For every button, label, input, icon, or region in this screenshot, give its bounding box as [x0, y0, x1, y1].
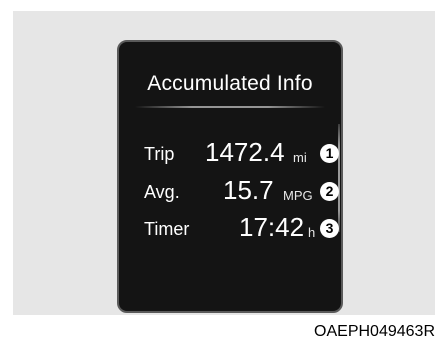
timer-value: 17:42 [239, 212, 305, 242]
display-title: Accumulated Info [147, 72, 313, 95]
cluster-display: Accumulated Info Trip 1472.4 mi 1 Avg. 1… [117, 40, 343, 313]
trip-value: 1472.4 [205, 137, 285, 167]
trip-unit: mi [293, 150, 307, 165]
average-label: Avg. [144, 182, 180, 202]
trip-row: Trip 1472.4 mi 1 [119, 137, 343, 169]
timer-row: Timer 17:42 h 3 [119, 212, 343, 244]
callout-marker-1: 1 [320, 144, 339, 163]
timer-unit: h [308, 225, 316, 240]
figure-code: OAEPH049463R [314, 323, 435, 340]
average-unit: MPG [283, 188, 313, 203]
average-row: Avg. 15.7 MPG 2 [119, 175, 343, 207]
timer-label: Timer [144, 219, 190, 239]
average-value: 15.7 [223, 175, 274, 205]
callout-marker-2: 2 [320, 182, 339, 201]
title-divider [135, 106, 325, 108]
trip-label: Trip [144, 144, 175, 164]
callout-marker-3: 3 [320, 219, 339, 238]
